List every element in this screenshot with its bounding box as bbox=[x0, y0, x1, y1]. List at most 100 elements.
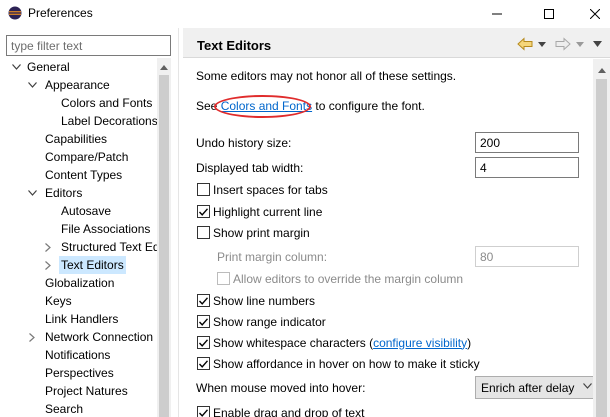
tree-item-label: Appearance bbox=[45, 78, 110, 92]
forward-button[interactable] bbox=[555, 36, 571, 52]
page-scrollbar[interactable] bbox=[593, 59, 610, 417]
print-margin-checkbox[interactable]: Show print margin bbox=[197, 224, 310, 241]
drag-drop-checkbox[interactable]: Enable drag and drop of text bbox=[197, 404, 364, 417]
tree-item-label: Label Decorations bbox=[61, 114, 157, 128]
tree-item[interactable]: Colors and Fonts bbox=[0, 94, 157, 112]
whitespace-suffix: ) bbox=[467, 335, 472, 350]
page-title: Text Editors bbox=[197, 38, 272, 53]
checkmark-icon bbox=[199, 338, 208, 347]
tree-item[interactable]: File Associations bbox=[0, 220, 157, 238]
tree-item-label: Colors and Fonts bbox=[61, 96, 153, 110]
tree-item-label: Compare/Patch bbox=[45, 150, 129, 164]
filter-input[interactable] bbox=[6, 35, 171, 56]
tree-item[interactable]: Link Handlers bbox=[0, 310, 157, 328]
whitespace-checkbox[interactable]: Show whitespace characters (configure vi… bbox=[197, 334, 471, 351]
tree-scrollbar[interactable] bbox=[157, 58, 171, 417]
minimize-button[interactable] bbox=[474, 0, 520, 28]
tree-item[interactable]: Compare/Patch bbox=[0, 148, 157, 166]
forward-arrow-icon bbox=[555, 37, 571, 51]
title-bar: Preferences bbox=[0, 0, 610, 28]
back-dropdown[interactable] bbox=[538, 36, 546, 52]
tab-width-label: Displayed tab width: bbox=[196, 161, 304, 175]
chevron-down-icon[interactable] bbox=[27, 184, 37, 202]
checkbox-box[interactable] bbox=[197, 226, 210, 239]
tree-item[interactable]: Capabilities bbox=[0, 130, 157, 148]
preferences-navigation: General Appearance Colors and Fonts Label D… bbox=[0, 28, 175, 417]
chevron-down-icon[interactable] bbox=[27, 76, 37, 94]
checkbox-box[interactable] bbox=[197, 294, 210, 307]
maximize-button[interactable] bbox=[526, 0, 572, 28]
tree-item-label: Link Handlers bbox=[45, 312, 119, 326]
hover-label: When mouse moved into hover: bbox=[196, 381, 366, 395]
back-arrow-icon bbox=[517, 37, 533, 51]
insert-spaces-checkbox[interactable]: Insert spaces for tabs bbox=[197, 181, 328, 198]
undo-history-label: Undo history size: bbox=[196, 136, 292, 150]
tree-item-label: General bbox=[27, 60, 70, 74]
chevron-right-icon[interactable] bbox=[27, 328, 37, 346]
tree-item[interactable]: General bbox=[0, 58, 157, 76]
tree-item[interactable]: Editors bbox=[0, 184, 157, 202]
tree-item[interactable]: Globalization bbox=[0, 274, 157, 292]
range-indicator-checkbox[interactable]: Show range indicator bbox=[197, 313, 326, 330]
checkbox-box[interactable] bbox=[197, 357, 210, 370]
highlight-line-label: Highlight current line bbox=[213, 204, 323, 219]
minimize-icon bbox=[492, 13, 502, 15]
print-margin-column-field bbox=[475, 246, 579, 267]
checkmark-icon bbox=[199, 317, 208, 326]
tree-item[interactable]: Text Editors bbox=[0, 256, 157, 274]
view-menu-icon bbox=[593, 41, 602, 47]
eclipse-icon bbox=[8, 6, 22, 20]
highlight-annotation bbox=[214, 95, 311, 118]
tree-item-label: Notifications bbox=[45, 348, 111, 362]
allow-override-label: Allow editors to override the margin col… bbox=[233, 271, 464, 286]
tree-item-label: Project Natures bbox=[45, 384, 128, 398]
checkbox-box[interactable] bbox=[197, 183, 210, 196]
window-title: Preferences bbox=[28, 6, 93, 20]
tree-item[interactable]: Appearance bbox=[0, 76, 157, 94]
tree-item[interactable]: Keys bbox=[0, 292, 157, 310]
tree-scroll-thumb[interactable] bbox=[159, 75, 169, 417]
tree-item[interactable]: Perspectives bbox=[0, 364, 157, 382]
close-button[interactable] bbox=[572, 0, 610, 28]
back-button[interactable] bbox=[517, 36, 533, 52]
chevron-down-icon bbox=[583, 383, 592, 389]
forward-dropdown[interactable] bbox=[576, 36, 584, 52]
affordance-checkbox[interactable]: Show affordance in hover on how to make … bbox=[197, 355, 480, 372]
tree-item[interactable]: Notifications bbox=[0, 346, 157, 364]
chevron-down-icon[interactable] bbox=[11, 58, 21, 76]
undo-history-field[interactable] bbox=[475, 132, 579, 153]
hover-behavior-select[interactable]: Enrich after delay bbox=[475, 376, 599, 399]
tree-item-label: Perspectives bbox=[45, 366, 114, 380]
pane-splitter[interactable] bbox=[178, 28, 179, 417]
checkbox-box[interactable] bbox=[197, 315, 210, 328]
range-indicator-label: Show range indicator bbox=[213, 314, 326, 329]
tree-item-label: Network Connection bbox=[45, 330, 154, 344]
highlight-line-checkbox[interactable]: Highlight current line bbox=[197, 203, 322, 220]
page-header: Text Editors bbox=[183, 28, 610, 58]
tree-item[interactable]: Network Connection bbox=[0, 328, 157, 346]
notice-text: Some editors may not honor all of these … bbox=[196, 69, 457, 83]
tab-width-field[interactable] bbox=[475, 157, 579, 178]
chevron-right-icon[interactable] bbox=[43, 238, 53, 256]
tree-item[interactable]: Autosave bbox=[0, 202, 157, 220]
tree-item-label: Keys bbox=[45, 294, 72, 308]
checkbox-box[interactable] bbox=[197, 336, 210, 349]
chevron-right-icon[interactable] bbox=[43, 256, 53, 274]
checkbox-box[interactable] bbox=[197, 205, 210, 218]
tree-item-label: Autosave bbox=[61, 204, 112, 218]
page-content: Some editors may not honor all of these … bbox=[183, 59, 610, 417]
scroll-up-icon[interactable] bbox=[157, 60, 171, 74]
line-numbers-label: Show line numbers bbox=[213, 293, 316, 308]
tree-item[interactable]: Project Natures bbox=[0, 382, 157, 400]
tree-item[interactable]: Content Types bbox=[0, 166, 157, 184]
tree-item[interactable]: Structured Text Ed bbox=[0, 238, 157, 256]
tree-item[interactable]: Search bbox=[0, 400, 157, 417]
line-numbers-checkbox[interactable]: Show line numbers bbox=[197, 292, 315, 309]
tree-item[interactable]: Label Decorations bbox=[0, 112, 157, 130]
page-scroll-thumb[interactable] bbox=[596, 79, 607, 417]
tree-item-label: Text Editors bbox=[59, 256, 126, 274]
checkbox-box[interactable] bbox=[197, 406, 210, 417]
configure-visibility-link[interactable]: configure visibility bbox=[373, 336, 467, 350]
scroll-up-icon[interactable] bbox=[593, 63, 610, 77]
view-menu-button[interactable] bbox=[593, 36, 602, 52]
